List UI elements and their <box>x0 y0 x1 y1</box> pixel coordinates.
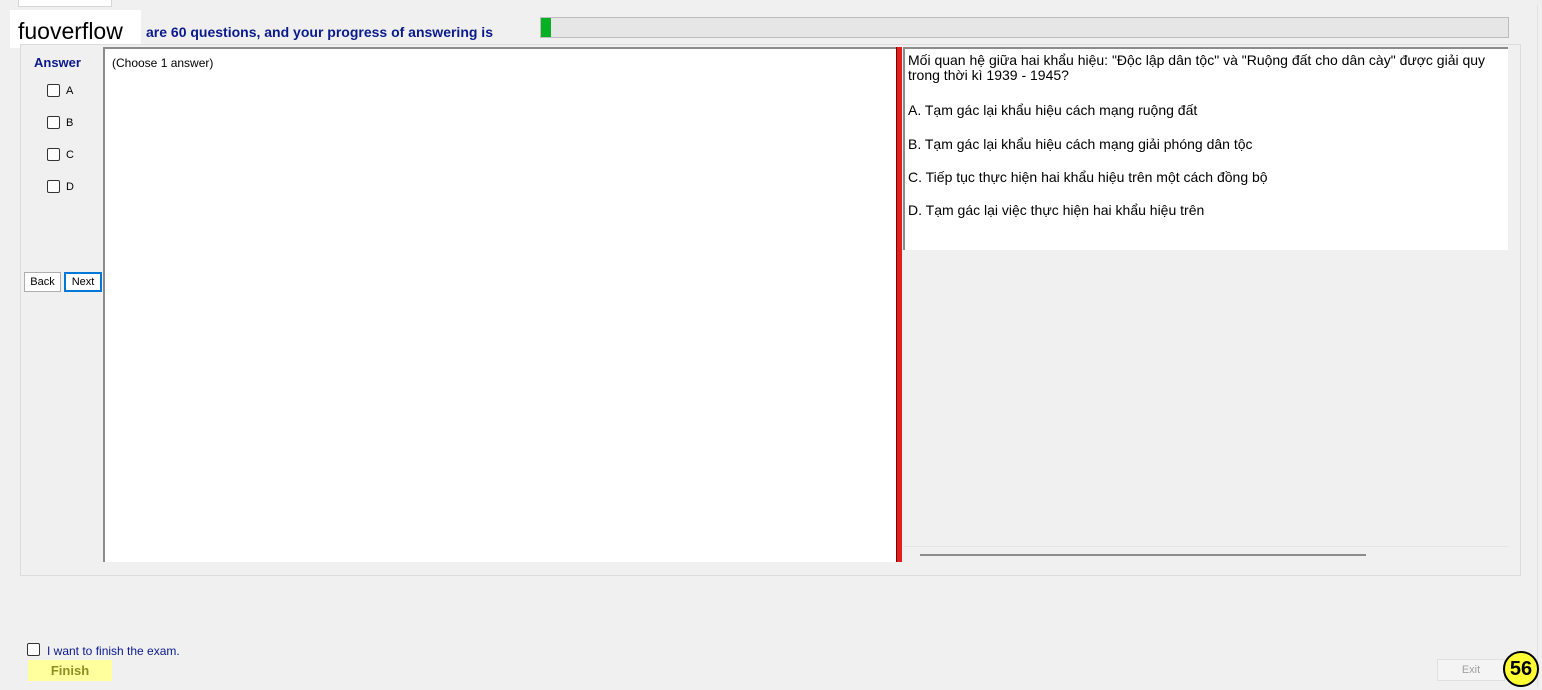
finish-checkbox-box[interactable] <box>27 642 40 656</box>
option-c-label: C <box>66 148 74 161</box>
checkbox-d[interactable] <box>47 180 60 193</box>
choose-hint: (Choose 1 answer) <box>112 56 214 70</box>
option-c-checkbox[interactable]: C <box>47 148 74 161</box>
back-button[interactable]: Back <box>24 272 61 292</box>
option-b-checkbox[interactable]: B <box>47 116 73 129</box>
option-a-label: A <box>66 84 74 97</box>
question-panel: Mối quan hệ giữa hai khẩu hiệu: "Độc lập… <box>903 47 1508 562</box>
exit-button[interactable]: Exit <box>1437 659 1505 681</box>
question-number-badge: 56 <box>1503 651 1539 687</box>
choice-b: B. Tạm gác lại khẩu hiệu cách mạng giải … <box>908 136 1253 152</box>
choice-d: D. Tạm gác lại việc thực hiện hai khẩu h… <box>908 202 1205 218</box>
option-b-label: B <box>66 116 74 129</box>
answer-label: Answer <box>34 55 81 70</box>
next-button[interactable]: Next <box>64 272 102 292</box>
question-content: Mối quan hệ giữa hai khẩu hiệu: "Độc lập… <box>903 49 1508 250</box>
finish-checkbox-label: I want to finish the exam. <box>47 644 180 658</box>
finish-exam-checkbox[interactable]: I want to finish the exam. <box>27 640 180 658</box>
choice-c: C. Tiếp tục thực hiện hai khẩu hiệu trên… <box>908 169 1268 185</box>
finish-button[interactable]: Finish <box>28 660 112 681</box>
question-text: Mối quan hệ giữa hai khẩu hiệu: "Độc lập… <box>908 53 1508 83</box>
checkbox-b[interactable] <box>47 116 60 129</box>
scrollbar-thumb[interactable] <box>920 554 1366 556</box>
splitter-bar[interactable] <box>896 47 902 562</box>
question-line-2: trong thời kì 1939 - 1945? <box>908 67 1069 83</box>
progress-text: are 60 questions, and your progress of a… <box>146 24 493 40</box>
choice-a: A. Tạm gác lại khẩu hiệu cách mạng ruộng… <box>908 102 1198 118</box>
logo: fuoverflow <box>10 10 141 48</box>
checkbox-c[interactable] <box>47 148 60 161</box>
option-d-checkbox[interactable]: D <box>47 180 74 193</box>
option-a-checkbox[interactable]: A <box>47 84 73 97</box>
question-line-1: Mối quan hệ giữa hai khẩu hiệu: "Độc lập… <box>908 52 1486 68</box>
progress-bar <box>540 17 1509 38</box>
answer-area: (Choose 1 answer) <box>103 47 896 562</box>
option-d-label: D <box>66 180 74 193</box>
progress-fill <box>541 18 551 37</box>
checkbox-a[interactable] <box>47 84 60 97</box>
